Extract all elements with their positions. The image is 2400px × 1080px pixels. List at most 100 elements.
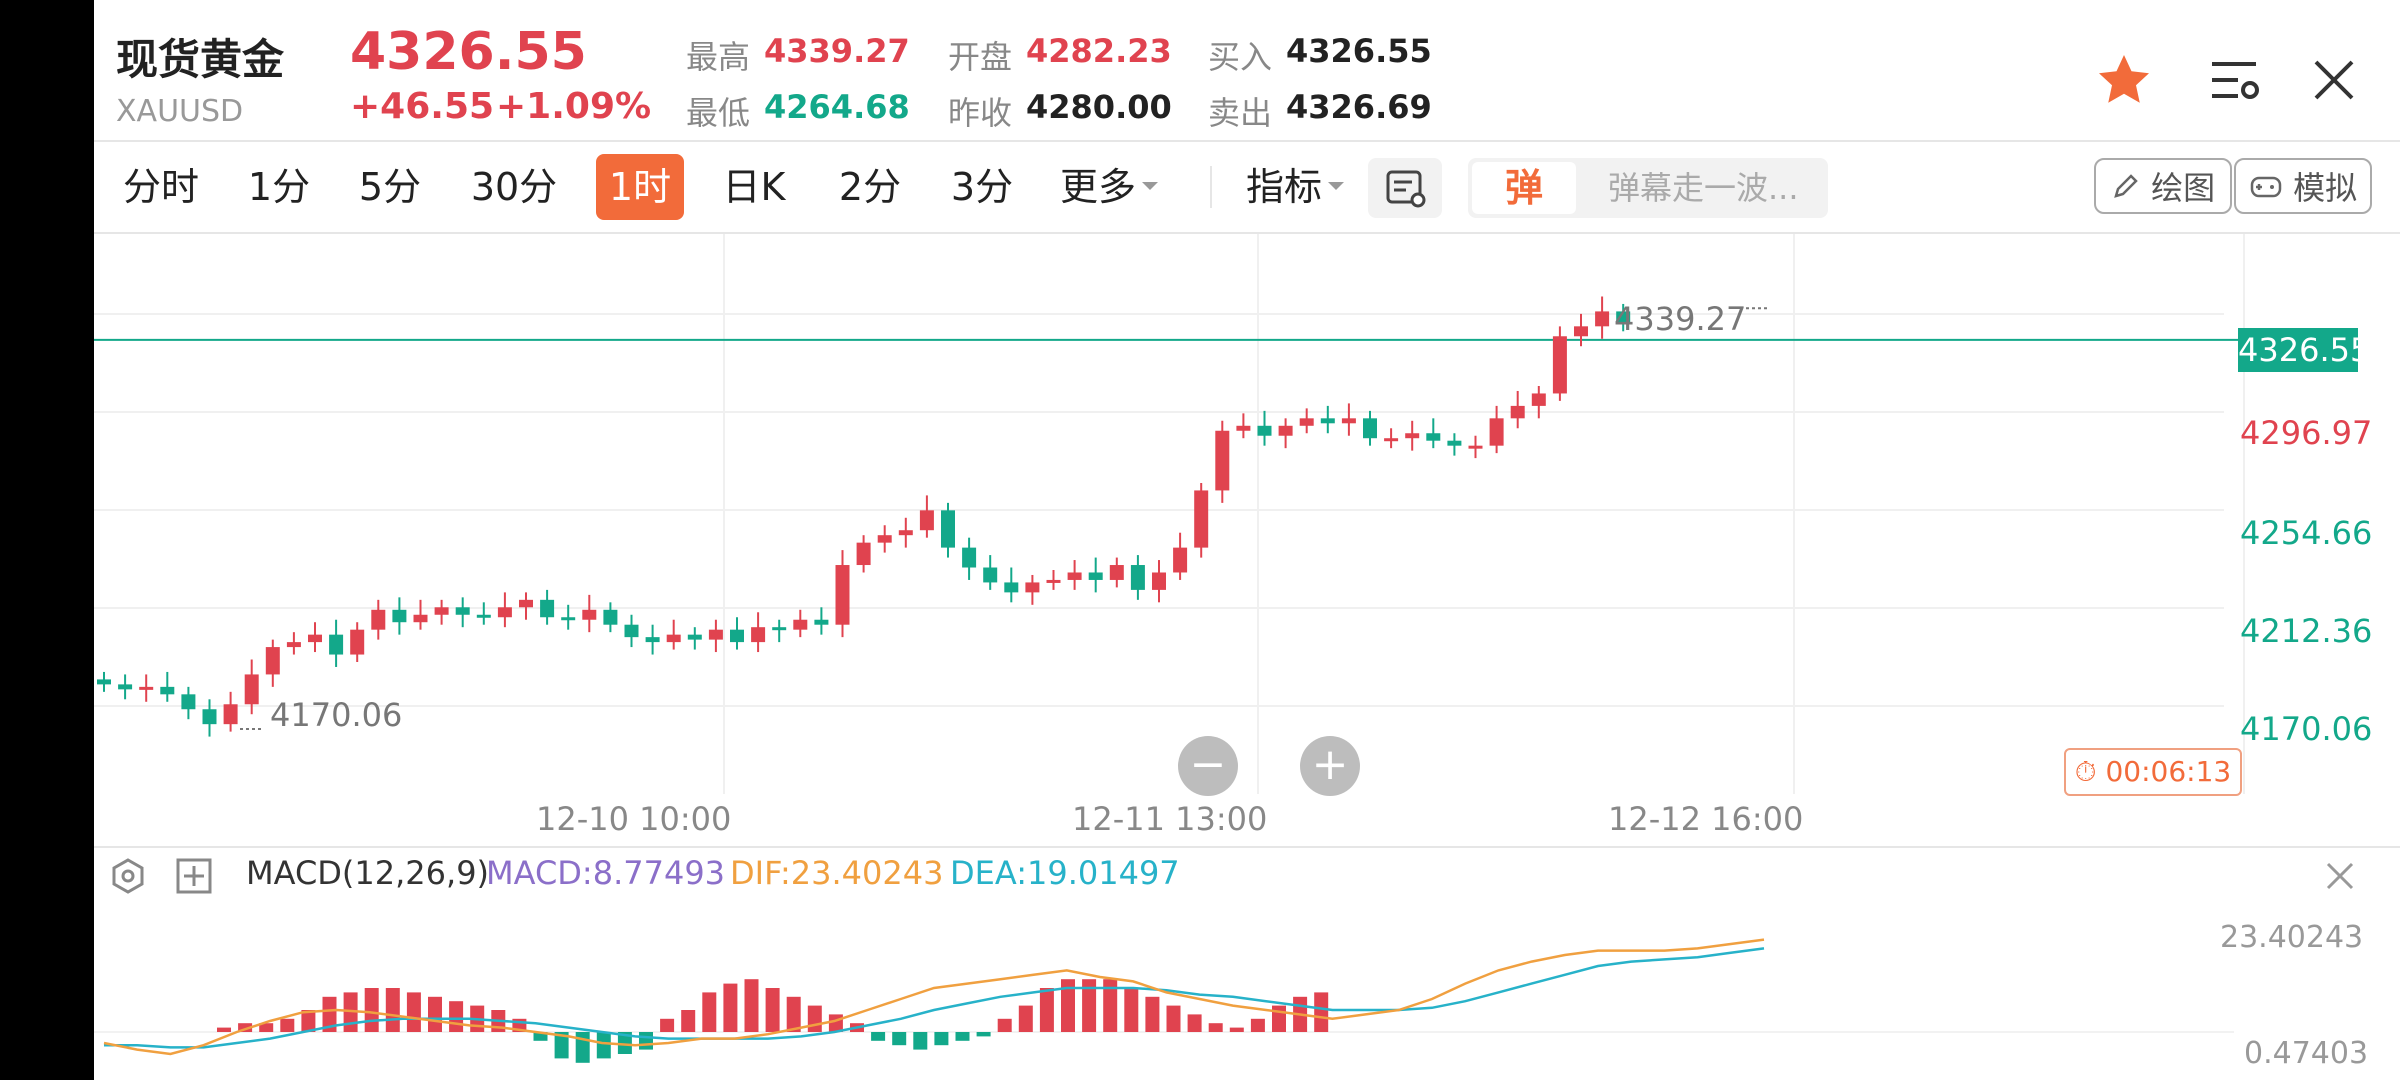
candle-body — [160, 686, 175, 695]
candle-body — [772, 627, 787, 631]
tab-daily-k[interactable]: 日K — [714, 154, 794, 220]
candle-body — [1363, 418, 1377, 439]
candle-body — [793, 619, 808, 630]
candle-body — [413, 614, 428, 623]
stat-prevclose-label: 昨收 — [948, 94, 1013, 132]
instrument-code: XAUUSD — [116, 94, 244, 129]
close-icon[interactable] — [2310, 56, 2358, 104]
stat-high-label: 最高 — [686, 38, 751, 76]
x-axis-label-2: 12-12 16:00 — [1608, 800, 1804, 838]
countdown-badge: ⏱ 00:06:13 — [2064, 748, 2242, 796]
candle-body — [1278, 425, 1293, 436]
tab-30min[interactable]: 30分 — [464, 154, 564, 220]
macd-bar — [1166, 1005, 1181, 1032]
tab-1min[interactable]: 1分 — [244, 154, 314, 220]
zoom-in-button[interactable]: + — [1300, 736, 1360, 796]
tab-2min[interactable]: 2分 — [830, 154, 910, 220]
macd-close-icon[interactable] — [2320, 856, 2360, 896]
tab-more[interactable]: 更多 — [1058, 154, 1138, 220]
draw-button[interactable]: 绘图 — [2094, 158, 2232, 214]
tab-5min[interactable]: 5分 — [350, 154, 430, 220]
stat-open-value: 4282.23 — [1026, 32, 1172, 70]
candle-body — [856, 542, 871, 566]
candle-body — [497, 607, 512, 618]
macd-bar — [385, 988, 400, 1032]
candle-body — [835, 565, 850, 625]
candle-body — [624, 624, 639, 638]
simulate-button[interactable]: 模拟 — [2234, 158, 2372, 214]
candle-body — [1025, 582, 1040, 593]
candle-body — [139, 686, 154, 690]
candle-body — [983, 567, 998, 583]
macd-bar — [1039, 988, 1054, 1032]
stat-bid-value: 4326.55 — [1286, 32, 1432, 70]
candlestick-chart[interactable] — [94, 234, 2400, 824]
candle-body — [1257, 425, 1272, 436]
indicator-button[interactable]: 指标 — [1244, 154, 1324, 220]
chart-settings-button[interactable] — [1368, 158, 1442, 218]
candle-body — [687, 634, 702, 640]
zoom-out-button[interactable]: − — [1178, 736, 1238, 796]
macd-bar — [786, 996, 801, 1032]
macd-bar — [934, 1032, 949, 1046]
macd-bar — [913, 1032, 928, 1050]
candle-body — [1384, 438, 1399, 442]
settings-list-icon[interactable] — [2208, 56, 2262, 104]
stat-low-label: 最低 — [686, 94, 751, 132]
tab-1hour[interactable]: 1时 — [596, 154, 684, 220]
candle-body — [1215, 430, 1230, 491]
macd-bar — [1145, 996, 1160, 1032]
macd-divider — [94, 846, 2400, 848]
favorite-star-icon[interactable] — [2094, 50, 2154, 110]
candle-body — [1067, 572, 1082, 580]
stat-high-value: 4339.27 — [764, 32, 910, 70]
macd-bar — [660, 1018, 675, 1032]
macd-bar — [744, 979, 759, 1032]
candle-body — [181, 694, 196, 710]
candle-body — [1595, 311, 1610, 327]
macd-bar — [280, 1018, 295, 1032]
stat-ask-value: 4326.69 — [1286, 88, 1432, 126]
macd-bar — [596, 1032, 611, 1059]
hexagon-settings-icon[interactable] — [106, 854, 150, 898]
app-root: 现货黄金 XAUUSD 4326.55 +46.55 +1.09% 最高 433… — [94, 0, 2400, 1080]
candle-body — [1088, 572, 1103, 580]
candle-body — [308, 634, 322, 643]
macd-bar — [871, 1032, 886, 1041]
macd-bar — [639, 1032, 653, 1050]
macd-bar — [702, 992, 717, 1032]
candle-body — [1173, 547, 1188, 573]
chart-settings-icon — [1386, 170, 1426, 208]
danmaku-input[interactable]: 弹 弹幕走一波... — [1468, 158, 1828, 218]
macd-chart — [94, 938, 2234, 1063]
add-indicator-icon[interactable] — [174, 856, 214, 896]
macd-bar — [976, 1032, 991, 1037]
gamepad-icon — [2249, 162, 2283, 218]
candle-body — [1046, 579, 1061, 583]
macd-bar — [1018, 1005, 1033, 1032]
stat-bid-label: 买入 — [1208, 38, 1273, 76]
danmaku-badge[interactable]: 弹 — [1472, 162, 1576, 214]
candle-body — [519, 599, 533, 608]
draw-label: 绘图 — [2151, 169, 2216, 207]
macd-bar — [997, 1018, 1012, 1032]
stat-low-value: 4264.68 — [764, 88, 910, 126]
candle-body — [455, 607, 470, 615]
candle-body — [265, 647, 280, 675]
candle-body — [962, 547, 977, 568]
candle-body — [1574, 326, 1588, 337]
indicator-dropdown-icon — [1326, 176, 1346, 200]
y-axis-label-3: 4212.36 — [2240, 612, 2373, 650]
tab-intraday[interactable]: 分时 — [116, 154, 206, 220]
tab-3min[interactable]: 3分 — [942, 154, 1022, 220]
macd-right-label: 23.40243 — [2220, 920, 2364, 955]
candle-body — [877, 535, 892, 543]
stat-prevclose-value: 4280.00 — [1026, 88, 1172, 126]
candle-body — [898, 530, 913, 536]
candle-body — [1531, 393, 1546, 406]
candle-body — [1299, 418, 1314, 426]
header-divider — [94, 140, 2400, 142]
candle-body — [350, 629, 365, 655]
low-marker: 4170.06 — [270, 696, 403, 734]
price-change-pct: +1.09% — [496, 86, 652, 127]
